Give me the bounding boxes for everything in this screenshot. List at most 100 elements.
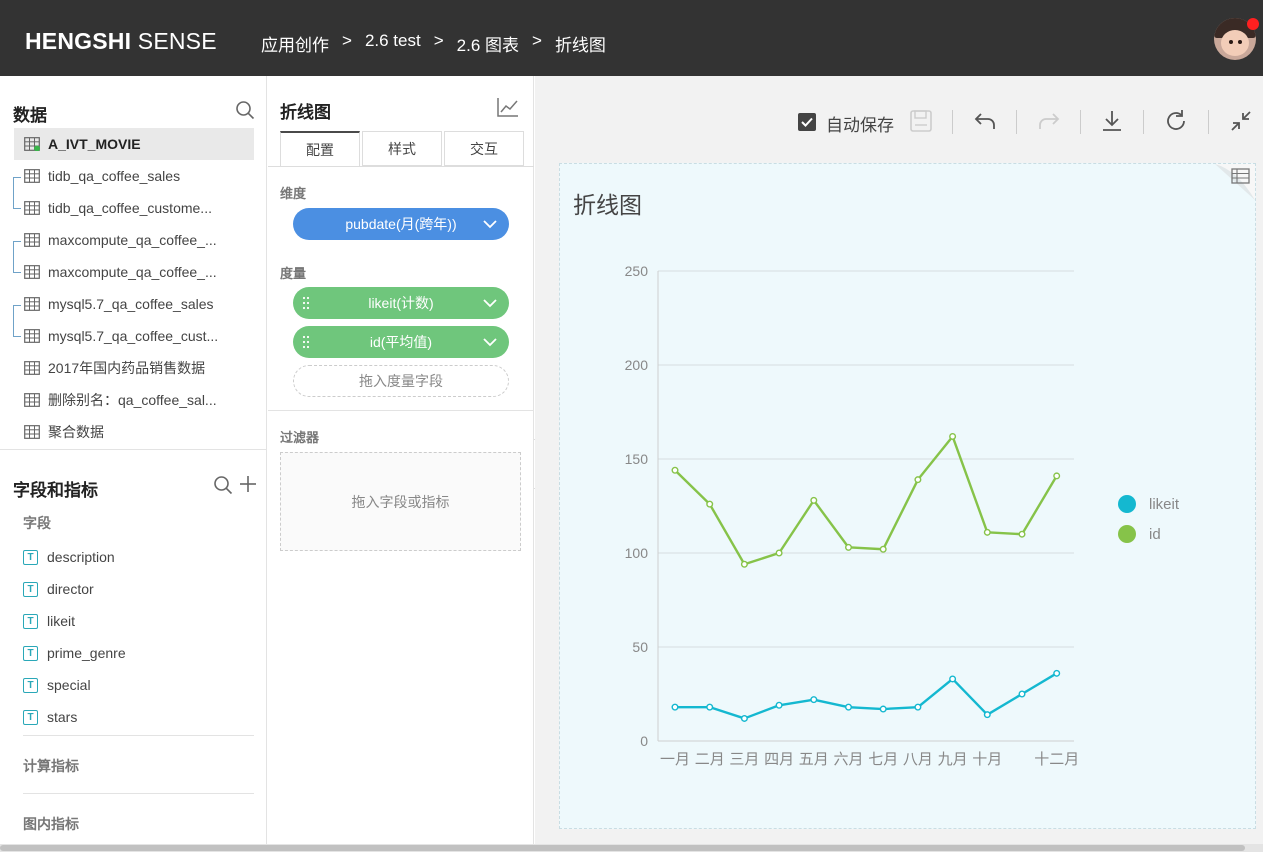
breadcrumb: 应用创作 > 2.6 test > 2.6 图表 > 折线图 — [261, 31, 606, 56]
x-tick-label: 一月 — [660, 751, 690, 768]
toolbar-separator — [1143, 110, 1144, 134]
dataset-item[interactable]: tidb_qa_coffee_custome... — [14, 192, 254, 224]
field-item[interactable]: Tdirector — [23, 577, 94, 601]
filter-drop-zone[interactable]: 拖入字段或指标 — [280, 452, 521, 551]
divider — [0, 449, 267, 450]
toolbar-separator — [1080, 110, 1081, 134]
measure-pill-label: likeit(计数) — [368, 295, 434, 311]
text-type-icon: T — [23, 581, 38, 597]
legend-marker-id — [1118, 525, 1136, 543]
field-item-label: director — [47, 581, 94, 597]
dataset-item-label: maxcompute_qa_coffee_... — [48, 232, 217, 248]
data-point-likeit — [810, 696, 818, 704]
avatar-eye — [1238, 40, 1242, 44]
dataset-item[interactable]: tidb_qa_coffee_sales — [14, 160, 254, 192]
breadcrumb-item[interactable]: 2.6 test — [365, 31, 421, 56]
breadcrumb-item[interactable]: 2.6 图表 — [457, 31, 519, 56]
data-point-likeit — [949, 675, 957, 683]
filter-label: 过滤器 — [280, 430, 320, 445]
data-point-likeit — [775, 701, 783, 709]
table-icon — [24, 329, 40, 343]
redo-icon[interactable] — [1036, 108, 1062, 134]
data-point-likeit — [845, 703, 853, 711]
text-type-icon: T — [23, 709, 38, 725]
dataset-item-label: 删除别名：qa_coffee_sal... — [48, 392, 217, 408]
calc-metrics-label[interactable]: 计算指标 — [23, 756, 79, 776]
breadcrumb-item[interactable]: 应用创作 — [261, 31, 329, 56]
dataset-item-label: tidb_qa_coffee_sales — [48, 168, 181, 184]
data-point-id — [740, 560, 748, 568]
field-item[interactable]: Tstars — [23, 705, 77, 729]
drag-handle-icon[interactable] — [302, 335, 310, 349]
data-point-likeit — [983, 711, 991, 719]
logo[interactable]: HENGSHI SENSE — [25, 28, 217, 55]
autosave-label[interactable]: 自动保存 — [826, 111, 894, 136]
check-icon — [801, 117, 813, 127]
download-icon[interactable] — [1099, 108, 1125, 134]
data-point-id — [1018, 530, 1026, 538]
table-icon — [24, 393, 40, 407]
dataset-item[interactable]: A_IVT_MOVIE — [14, 128, 254, 160]
measure-drop-zone[interactable]: 拖入度量字段 — [293, 365, 509, 397]
chevron-down-icon[interactable] — [483, 335, 497, 349]
drag-handle-icon[interactable] — [302, 296, 310, 310]
autosave-checkbox[interactable] — [798, 113, 816, 131]
text-type-icon: T — [23, 677, 38, 693]
line-chart-icon[interactable] — [496, 96, 520, 118]
tab-style[interactable]: 样式 — [362, 131, 442, 166]
dataset-group-bracket — [13, 241, 21, 273]
fields-section-label: 字段 — [23, 515, 51, 531]
data-point-likeit — [671, 703, 679, 711]
data-point-likeit — [1053, 669, 1061, 677]
chevron-down-icon[interactable] — [483, 296, 497, 310]
undo-icon[interactable] — [972, 108, 998, 134]
breadcrumb-separator: > — [342, 31, 352, 50]
field-item[interactable]: Tlikeit — [23, 609, 75, 633]
field-item-label: description — [47, 549, 115, 565]
chart-metrics-label[interactable]: 图内指标 — [23, 814, 79, 834]
dataset-item-label: 聚合数据 — [48, 424, 104, 440]
x-tick-label: 七月 — [868, 751, 898, 768]
dataset-item[interactable]: mysql5.7_qa_coffee_sales — [14, 288, 254, 320]
tab-config[interactable]: 配置 — [280, 131, 360, 166]
horizontal-scrollbar[interactable] — [0, 844, 1263, 852]
dataset-item[interactable]: 2017年国内药品销售数据 — [14, 352, 254, 384]
data-point-likeit — [740, 714, 748, 722]
data-point-id — [1053, 472, 1061, 480]
dimension-pill[interactable]: pubdate(月(跨年)) — [293, 208, 509, 240]
data-point-likeit — [1018, 690, 1026, 698]
data-point-id — [671, 466, 679, 474]
search-icon[interactable] — [235, 100, 255, 120]
divider — [268, 410, 534, 411]
dataset-item[interactable]: 聚合数据 — [14, 416, 254, 448]
text-type-icon: T — [23, 613, 38, 629]
chevron-down-icon[interactable] — [483, 217, 497, 231]
divider — [23, 793, 254, 794]
dataset-item[interactable]: maxcompute_qa_coffee_... — [14, 256, 254, 288]
dataset-item[interactable]: maxcompute_qa_coffee_... — [14, 224, 254, 256]
x-tick-label: 十月 — [972, 751, 1002, 768]
refresh-icon[interactable] — [1163, 108, 1189, 134]
dataset-item-label: A_IVT_MOVIE — [48, 136, 141, 152]
tab-interaction[interactable]: 交互 — [444, 131, 524, 166]
table-icon — [24, 297, 40, 311]
field-item[interactable]: Tprime_genre — [23, 641, 126, 665]
field-item[interactable]: Tdescription — [23, 545, 115, 569]
dataset-item[interactable]: mysql5.7_qa_coffee_cust... — [14, 320, 254, 352]
chart-canvas[interactable]: 折线图 0 50 100 150 200 250 一月 二月 三月 四月 五月 六月 七月 八月 九月 十月十… — [559, 163, 1256, 829]
series-line-likeit — [675, 672, 1058, 720]
table-icon — [24, 201, 40, 215]
text-type-icon: T — [23, 645, 38, 661]
dataset-item[interactable]: 删除别名：qa_coffee_sal... — [14, 384, 254, 416]
save-icon[interactable] — [908, 108, 934, 134]
measure-pill[interactable]: likeit(计数) — [293, 287, 509, 319]
field-item[interactable]: Tspecial — [23, 673, 91, 697]
data-point-id — [845, 543, 853, 551]
add-icon[interactable] — [238, 474, 258, 494]
x-tick-label: 四月 — [764, 751, 794, 768]
search-icon[interactable] — [213, 475, 233, 495]
scrollbar-thumb[interactable] — [0, 845, 1245, 851]
exit-fullscreen-icon[interactable] — [1228, 108, 1254, 134]
measure-pill[interactable]: id(平均值) — [293, 326, 509, 358]
field-item-label: prime_genre — [47, 645, 126, 661]
